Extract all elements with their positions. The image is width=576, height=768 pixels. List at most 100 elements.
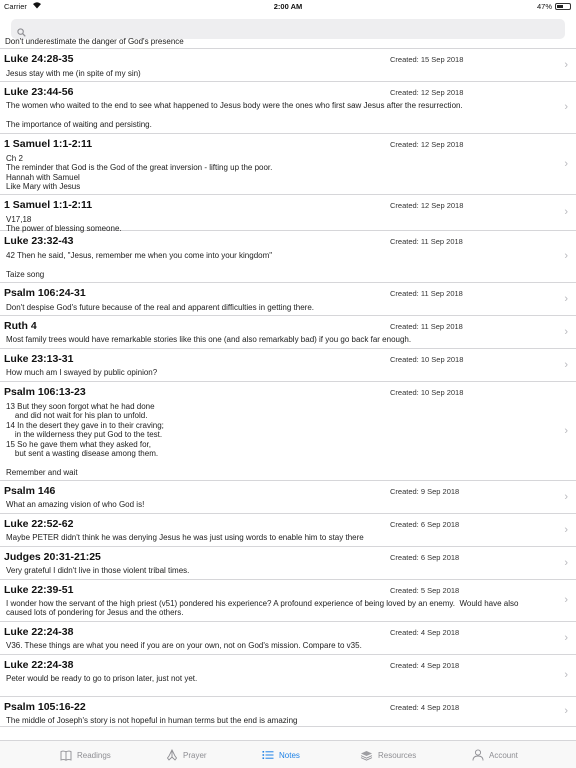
tab-prayer[interactable]: Prayer <box>166 741 207 768</box>
chevron-right-icon: › <box>564 359 568 371</box>
note-title: 1 Samuel 1:1-2:11 <box>4 199 93 211</box>
note-created-date: Created: 6 Sep 2018 <box>390 553 460 562</box>
note-row[interactable]: 1 Samuel 1:1-2:11 Created: 12 Sep 2018 Ch … <box>0 134 576 195</box>
note-title: Luke 22:39-51 <box>4 584 74 596</box>
note-title: Psalm 106:13-23 <box>4 386 86 398</box>
tab-label: Resources <box>378 750 417 760</box>
chevron-right-icon: › <box>564 669 568 681</box>
chevron-right-icon: › <box>564 491 568 503</box>
note-created-date: Created: 4 Sep 2018 <box>390 661 460 670</box>
battery-percentage: 47% <box>536 2 552 11</box>
note-row[interactable]: Luke 22:24-38 Created: 4 Sep 2018 V36. The… <box>0 622 576 655</box>
note-created-date: Created: 10 Sep 2018 <box>390 355 464 364</box>
note-title: Luke 23:44-56 <box>4 86 74 98</box>
note-title: Psalm 146 <box>4 485 56 497</box>
tab-label: Prayer <box>183 750 207 760</box>
note-row[interactable]: Luke 23:32-43 Created: 11 Sep 2018 42 Then… <box>0 231 576 283</box>
note-created-date: Created: 11 Sep 2018 <box>390 289 463 298</box>
note-row[interactable]: 1 Samuel 1:1-2:11 Created: 12 Sep 2018 V17… <box>0 195 576 233</box>
note-row[interactable]: Psalm 105:16-22 Created: 4 Sep 2018 The mi… <box>0 697 576 727</box>
note-body: The women who waited to the end to see w… <box>6 101 463 129</box>
note-body: How much am I swayed by public opinion? <box>6 368 158 377</box>
note-body: Ch 2 The reminder that God is the God of… <box>6 154 273 192</box>
note-created-date: Created: 9 Sep 2018 <box>390 487 460 496</box>
chevron-right-icon: › <box>564 206 568 218</box>
note-row[interactable]: Ruth 4 Created: 11 Sep 2018 Most family tr… <box>0 316 576 349</box>
tab-readings[interactable]: Readings <box>60 741 111 768</box>
note-created-date: Created: 4 Sep 2018 <box>390 703 460 712</box>
tab-bar: Readings Prayer Notes Resources Account <box>0 740 576 768</box>
note-row[interactable]: Luke 24:28-35 Created: 15 Sep 2018 Jesus s… <box>0 49 576 82</box>
note-created-date: Created: 12 Sep 2018 <box>390 201 464 210</box>
note-title: Luke 22:52-62 <box>4 518 74 530</box>
note-row[interactable]: Luke 22:39-51 Created: 5 Sep 2018 I wonder… <box>0 580 576 622</box>
note-body: Most family trees would have remarkable … <box>6 335 412 344</box>
note-row[interactable]: Luke 23:44-56 Created: 12 Sep 2018 The wom… <box>0 82 576 134</box>
chevron-right-icon: › <box>564 59 568 71</box>
search-input[interactable] <box>31 21 551 37</box>
note-row[interactable]: Luke 22:52-62 Created: 6 Sep 2018 Maybe PE… <box>0 514 576 547</box>
tab-account[interactable]: Account <box>472 741 518 768</box>
tab-resources[interactable]: Resources <box>360 741 416 768</box>
battery-icon <box>555 3 571 10</box>
note-body: I wonder how the servant of the high pri… <box>6 599 519 618</box>
status-bar: Carrier 2:00 AM 47% <box>0 0 576 14</box>
stack-icon <box>360 750 378 761</box>
note-title: Luke 23:13-31 <box>4 353 74 365</box>
chevron-right-icon: › <box>564 158 568 170</box>
tab-label: Readings <box>77 750 111 760</box>
clock: 2:00 AM <box>273 2 303 11</box>
note-body: 42 Then he said, "Jesus, remember me whe… <box>6 251 273 279</box>
note-row[interactable]: Judges 20:31-21:25 Created: 6 Sep 2018 Ver… <box>0 547 576 580</box>
note-body: V36. These things are what you need if y… <box>6 641 362 650</box>
note-row[interactable]: Psalm 146 Created: 9 Sep 2018 What an amaz… <box>0 481 576 514</box>
clipped-note-text: Don't underestimate the danger of God's … <box>5 37 184 46</box>
person-icon <box>472 749 489 761</box>
chevron-right-icon: › <box>564 101 568 113</box>
note-title: Ruth 4 <box>4 320 37 332</box>
note-row[interactable]: Psalm 106:13-23 Created: 10 Sep 2018 13 Bu… <box>0 382 576 481</box>
note-body: Peter would be ready to go to prison lat… <box>6 674 198 683</box>
note-title: Luke 24:28-35 <box>4 53 74 65</box>
note-created-date: Created: 4 Sep 2018 <box>390 628 460 637</box>
note-body: Maybe PETER didn't think he was denying … <box>6 533 364 542</box>
note-body: Very grateful I didn't live in those vio… <box>6 566 190 575</box>
note-body: Don't despise God's future because of th… <box>6 303 314 312</box>
note-created-date: Created: 12 Sep 2018 <box>390 140 464 149</box>
chevron-right-icon: › <box>564 326 568 338</box>
note-created-date: Created: 10 Sep 2018 <box>390 388 464 397</box>
note-row[interactable]: Luke 22:24-38 Created: 4 Sep 2018 Peter wo… <box>0 655 576 697</box>
notes-list[interactable]: Luke 24:28-35 Created: 15 Sep 2018 Jesus s… <box>0 48 576 740</box>
note-created-date: Created: 12 Sep 2018 <box>390 88 464 97</box>
note-title: Judges 20:31-21:25 <box>4 551 101 563</box>
note-title: 1 Samuel 1:1-2:11 <box>4 138 93 150</box>
praying-hands-icon <box>166 749 183 761</box>
note-body: Jesus stay with me (in spite of my sin) <box>6 69 141 78</box>
chevron-right-icon: › <box>564 632 568 644</box>
tab-label: Account <box>489 750 518 760</box>
book-icon <box>60 750 77 761</box>
note-body: 13 But they soon forgot what he had done… <box>6 402 164 477</box>
note-body: The middle of Joseph's story is not hope… <box>6 716 298 725</box>
note-row[interactable]: Luke 23:13-31 Created: 10 Sep 2018 How muc… <box>0 349 576 382</box>
chevron-right-icon: › <box>564 524 568 536</box>
note-created-date: Created: 6 Sep 2018 <box>390 520 460 529</box>
note-created-date: Created: 11 Sep 2018 <box>390 237 463 246</box>
search-field[interactable] <box>11 19 565 39</box>
chevron-right-icon: › <box>564 293 568 305</box>
note-title: Psalm 106:24-31 <box>4 287 86 299</box>
note-row[interactable]: Psalm 106:24-31 Created: 11 Sep 2018 Don't… <box>0 283 576 316</box>
note-created-date: Created: 15 Sep 2018 <box>390 55 464 64</box>
note-body: What an amazing vision of who God is! <box>6 500 145 509</box>
chevron-right-icon: › <box>564 425 568 437</box>
chevron-right-icon: › <box>564 705 568 717</box>
note-title: Luke 22:24-38 <box>4 659 74 671</box>
chevron-right-icon: › <box>564 557 568 569</box>
list-icon <box>262 750 279 760</box>
tab-label: Notes <box>279 750 300 760</box>
note-created-date: Created: 11 Sep 2018 <box>390 322 463 331</box>
chevron-right-icon: › <box>564 250 568 262</box>
note-created-date: Created: 5 Sep 2018 <box>390 586 460 595</box>
tab-notes[interactable]: Notes <box>262 741 300 768</box>
note-title: Luke 23:32-43 <box>4 235 74 247</box>
